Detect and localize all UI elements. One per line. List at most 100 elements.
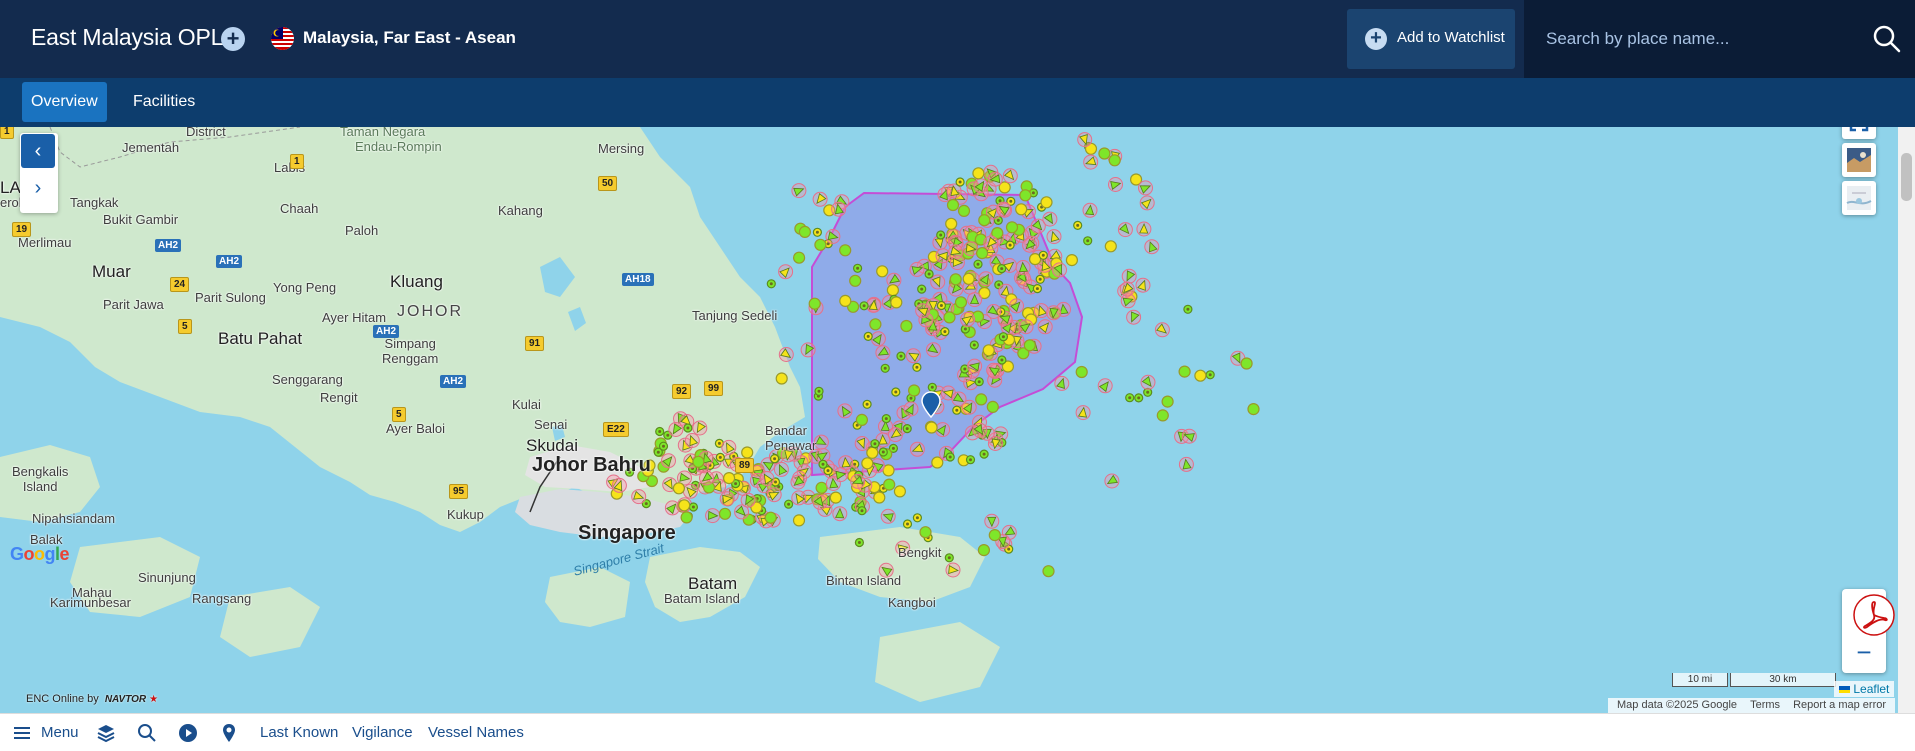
vessel-marker[interactable] [1023, 339, 1036, 352]
search-icon[interactable] [137, 723, 157, 743]
vessel-marker-dot [662, 444, 665, 448]
vessel-marker[interactable] [954, 296, 968, 309]
menu-icon[interactable] [12, 723, 32, 743]
vessel-marker[interactable] [886, 284, 900, 297]
vessel-marker[interactable] [957, 204, 971, 218]
vessel-marker[interactable] [680, 511, 693, 524]
leaflet-link[interactable]: Leaflet [1834, 681, 1895, 697]
terms-link[interactable]: Terms [1750, 699, 1780, 711]
vessel-marker[interactable] [764, 511, 777, 524]
tab-facilities[interactable]: Facilities [124, 82, 204, 122]
vessel-marker[interactable] [678, 499, 691, 512]
vessel-marker[interactable] [741, 446, 754, 459]
chart-layer-button[interactable] [1842, 181, 1876, 215]
vessel-marker[interactable] [808, 297, 821, 310]
vessel-marker[interactable] [925, 421, 938, 434]
vessel-marker[interactable] [798, 225, 812, 239]
menu-button[interactable]: Menu [41, 724, 79, 741]
vessel-marker[interactable] [978, 214, 991, 227]
vessel-marker[interactable] [1042, 565, 1055, 578]
vessel-marker[interactable] [949, 273, 962, 286]
vessel-marker[interactable] [1194, 369, 1207, 382]
navtor-logo: NAVTOR [104, 694, 147, 705]
vessel-marker[interactable] [883, 478, 896, 491]
last-known-button[interactable]: Last Known [260, 724, 338, 741]
vessel-marker-dot [718, 455, 722, 459]
vessel-marker[interactable] [900, 319, 913, 333]
vessel-marker[interactable] [722, 472, 736, 485]
vessel-marker[interactable] [945, 217, 958, 230]
add-to-watchlist-button[interactable]: + Add to Watchlist [1347, 9, 1515, 69]
vessel-marker[interactable] [815, 481, 828, 494]
vessel-marker[interactable] [775, 372, 788, 385]
bottom-toolbar: Menu Last Known Vigilance Vessel Names [0, 713, 1915, 751]
vessel-names-button[interactable]: Vessel Names [428, 724, 524, 741]
vessel-marker[interactable] [986, 400, 999, 413]
vessel-marker[interactable] [977, 544, 991, 557]
vessel-marker[interactable] [1005, 221, 1019, 234]
pdf-icon[interactable] [1852, 593, 1896, 637]
vessel-marker[interactable] [1178, 365, 1191, 378]
vessel-marker[interactable] [792, 251, 806, 264]
vessel-marker[interactable] [988, 529, 1001, 542]
vessel-marker[interactable] [829, 491, 842, 504]
vessel-marker[interactable] [1161, 395, 1174, 408]
vessel-marker[interactable] [1075, 365, 1088, 379]
map-scrollbar[interactable] [1898, 127, 1915, 713]
vessel-marker[interactable] [1247, 403, 1260, 416]
satellite-layer-button[interactable] [1842, 143, 1876, 177]
report-error-link[interactable]: Report a map error [1793, 699, 1886, 711]
chevron-right-icon[interactable]: › [21, 171, 55, 205]
vessel-marker[interactable] [1108, 154, 1121, 167]
add-area-button[interactable]: + [221, 27, 245, 51]
vessel-marker[interactable] [946, 198, 960, 212]
map-label: Senggarang [272, 372, 343, 387]
vessel-marker[interactable] [873, 491, 886, 504]
vessel-marker[interactable] [672, 482, 686, 495]
layers-icon[interactable] [96, 723, 116, 743]
vessel-marker[interactable] [1040, 196, 1053, 209]
zoom-out-button[interactable]: − [1842, 633, 1886, 673]
vessel-marker[interactable] [718, 507, 732, 520]
vessel-marker[interactable] [1015, 203, 1028, 216]
vessel-marker[interactable] [972, 167, 985, 180]
scroll-thumb[interactable] [1901, 153, 1912, 201]
vessel-marker[interactable] [1240, 357, 1253, 370]
vessel-marker[interactable] [849, 274, 862, 287]
chevron-left-icon[interactable]: ‹ [21, 134, 55, 168]
vessel-marker[interactable] [814, 238, 827, 251]
vessel-marker[interactable] [855, 413, 869, 426]
vigilance-button[interactable]: Vigilance [352, 724, 413, 741]
map-view[interactable]: District Taman Negara Endau-Rompin Jemen… [0, 127, 1915, 713]
vessel-marker[interactable] [943, 311, 956, 324]
play-icon[interactable] [178, 723, 198, 743]
vessel-marker[interactable] [692, 455, 705, 468]
vessel-marker[interactable] [919, 526, 932, 539]
vessel-marker[interactable] [866, 446, 879, 459]
search-input[interactable] [1546, 22, 1866, 56]
map-pin-icon[interactable] [219, 723, 239, 743]
map-attribution: Map data ©2025 Google Terms Report a map… [1608, 698, 1896, 713]
vessel-marker[interactable] [1098, 147, 1111, 160]
vessel-marker[interactable] [839, 244, 852, 257]
vessel-marker[interactable] [792, 514, 806, 527]
vessel-marker[interactable] [1065, 254, 1079, 267]
vessel-marker[interactable] [962, 272, 975, 285]
vessel-marker[interactable] [876, 265, 889, 278]
tab-overview[interactable]: Overview [22, 82, 107, 122]
vessel-marker-dot [774, 480, 777, 484]
vessel-marker[interactable] [1104, 240, 1117, 253]
search-icon[interactable] [1872, 24, 1902, 54]
vessel-marker[interactable] [1019, 189, 1032, 202]
vessel-marker[interactable] [1156, 409, 1169, 422]
vessel-marker[interactable] [975, 393, 988, 406]
vessel-marker[interactable] [975, 246, 989, 260]
vessel-marker[interactable] [982, 344, 995, 357]
vessel-marker[interactable] [893, 485, 907, 498]
vessel-marker[interactable] [890, 296, 903, 309]
vessel-marker[interactable] [861, 457, 874, 470]
vessel-marker[interactable] [869, 318, 882, 331]
fullscreen-button[interactable] [1842, 127, 1876, 139]
vessel-marker[interactable] [839, 294, 852, 307]
vessel-marker[interactable] [907, 384, 921, 397]
